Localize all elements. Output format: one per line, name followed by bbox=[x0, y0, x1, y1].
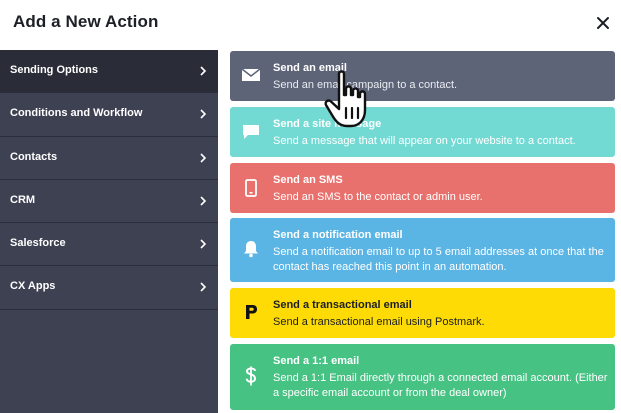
chevron-right-icon bbox=[200, 66, 207, 76]
action-card-send-site-message[interactable]: Send a site message Send a message that … bbox=[230, 107, 615, 157]
action-title: Send a site message bbox=[273, 118, 382, 130]
action-category-sidebar: Sending Options Conditions and Workflow … bbox=[0, 50, 218, 413]
chevron-right-icon bbox=[200, 196, 207, 206]
sidebar-item-label: CRM bbox=[10, 193, 36, 206]
action-card-send-transactional-email[interactable]: Send a transactional email Send a transa… bbox=[230, 288, 615, 338]
bell-icon bbox=[239, 237, 263, 261]
dialog-title: Add a New Action bbox=[13, 12, 159, 31]
action-card-send-sms[interactable]: Send an SMS Send an SMS to the contact o… bbox=[230, 163, 615, 213]
sidebar-item-label: Sending Options bbox=[10, 64, 98, 76]
chevron-right-icon bbox=[200, 153, 207, 163]
sidebar-item-cx-apps[interactable]: CX Apps bbox=[0, 266, 218, 310]
action-description: Send a notification email to up to 5 ema… bbox=[273, 246, 604, 273]
chevron-right-icon bbox=[200, 239, 207, 249]
speech-bubble-icon bbox=[239, 120, 263, 144]
mobile-phone-icon bbox=[239, 176, 263, 200]
sidebar-item-conditions-and-workflow[interactable]: Conditions and Workflow bbox=[0, 93, 218, 137]
action-description: Send an email campaign to a contact. bbox=[273, 79, 458, 91]
action-title: Send an email bbox=[273, 62, 347, 74]
dollar-sign-icon bbox=[239, 364, 263, 388]
close-icon[interactable] bbox=[592, 12, 614, 34]
sidebar-item-label: Conditions and Workflow bbox=[10, 107, 143, 120]
sidebar-item-label: CX Apps bbox=[10, 280, 56, 293]
sidebar-item-crm[interactable]: CRM bbox=[0, 180, 218, 224]
action-description: Send an SMS to the contact or admin user… bbox=[273, 191, 483, 203]
action-title: Send a transactional email bbox=[273, 299, 412, 311]
chevron-right-icon bbox=[200, 282, 207, 293]
action-card-send-one-to-one-email[interactable]: Send a 1:1 email Send a 1:1 Email direct… bbox=[230, 344, 615, 410]
action-description: Send a transactional email using Postmar… bbox=[273, 316, 485, 328]
dialog-header: Add a New Action bbox=[0, 0, 621, 50]
sidebar-item-sending-options[interactable]: Sending Options bbox=[0, 50, 218, 94]
action-title: Send a 1:1 email bbox=[273, 355, 360, 367]
sidebar-item-label: Salesforce bbox=[10, 237, 66, 250]
chevron-right-icon bbox=[200, 109, 207, 119]
action-title: Send an SMS bbox=[273, 174, 343, 186]
sidebar-item-contacts[interactable]: Contacts bbox=[0, 137, 218, 180]
action-description: Send a 1:1 Email directly through a conn… bbox=[273, 372, 608, 399]
action-description: Send a message that will appear on your … bbox=[273, 135, 576, 147]
action-title: Send a notification email bbox=[273, 229, 403, 241]
envelope-icon bbox=[239, 63, 263, 87]
sidebar-item-salesforce[interactable]: Salesforce bbox=[0, 223, 218, 267]
sidebar-item-label: Contacts bbox=[10, 150, 58, 163]
action-card-send-notification-email[interactable]: Send a notification email Send a notific… bbox=[230, 218, 615, 282]
postmark-p-icon bbox=[239, 300, 263, 324]
action-list: Send an email Send an email campaign to … bbox=[218, 50, 621, 413]
action-card-send-email[interactable]: Send an email Send an email campaign to … bbox=[230, 51, 615, 101]
